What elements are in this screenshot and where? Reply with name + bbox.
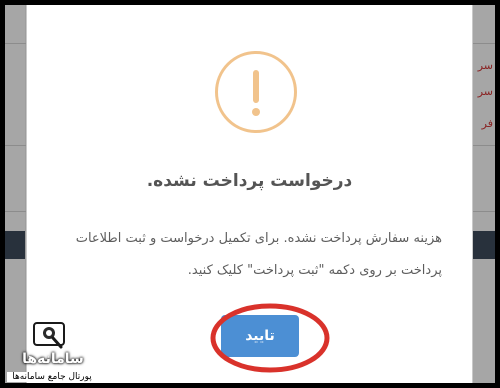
logo-name: سامانه‌ها bbox=[22, 351, 84, 367]
site-logo: سامانه‌ها پورتال جامع سامانه‌ها bbox=[7, 321, 97, 383]
magnifier-icon bbox=[33, 322, 65, 349]
exclamation-circle-icon bbox=[215, 51, 297, 133]
dialog-title: درخواست پرداخت نشده. bbox=[146, 171, 353, 191]
highlight-ring bbox=[210, 303, 330, 373]
logo-tagline: پورتال جامع سامانه‌ها bbox=[7, 372, 97, 382]
dialog-message: هزینه سفارش پرداخت نشده. برای تکمیل درخو… bbox=[75, 231, 442, 278]
screenshot-frame: سر سر فر درخواست پرداخت نشده. هزینه سفار… bbox=[5, 5, 495, 383]
